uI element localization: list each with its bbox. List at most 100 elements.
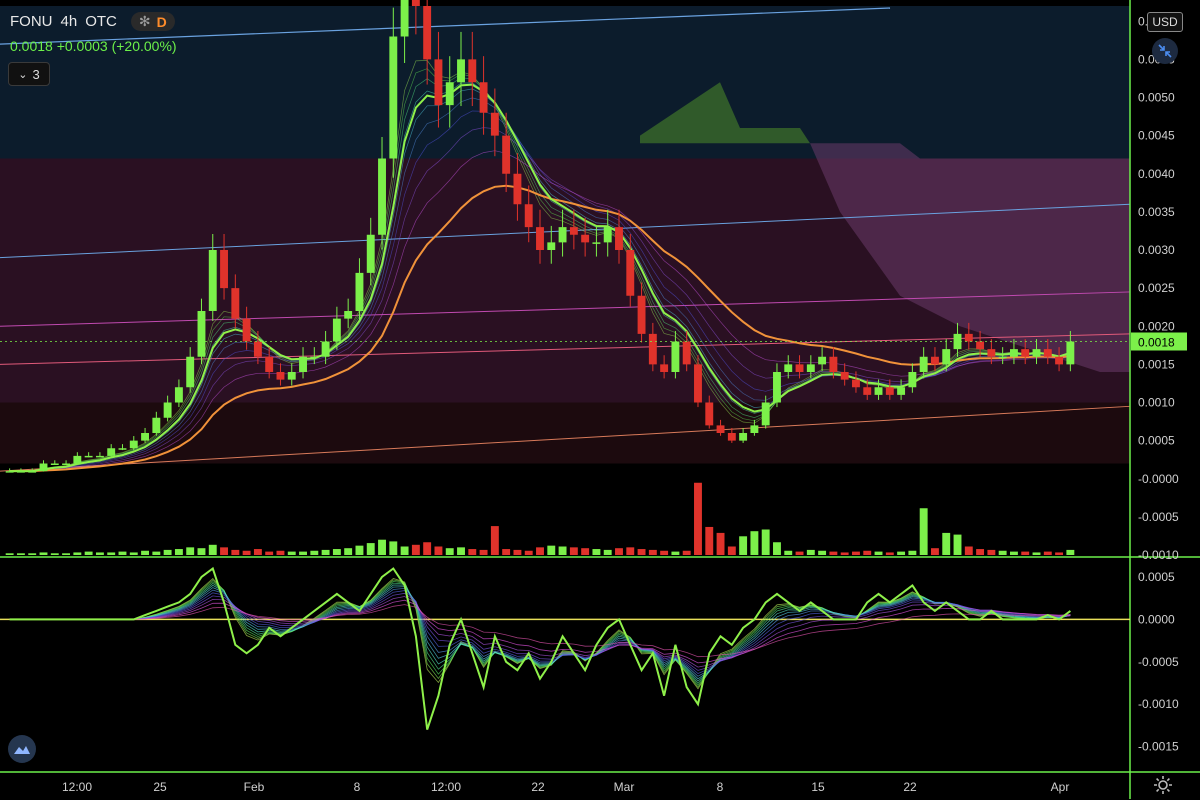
exchange-label: OTC xyxy=(85,13,117,30)
settings-gear-icon[interactable] xyxy=(1153,775,1173,795)
indicators-toggle-button[interactable]: ⌄ 3 xyxy=(8,62,50,86)
volume-bar xyxy=(299,551,307,555)
volume-bar xyxy=(998,550,1007,555)
price-tick-label: 0.0020 xyxy=(1138,319,1175,333)
candle-body xyxy=(761,402,770,426)
candle-body xyxy=(942,349,951,365)
volume-bar xyxy=(28,553,37,555)
candle-body xyxy=(174,387,183,403)
candle-body xyxy=(603,227,612,243)
candle-body xyxy=(885,387,894,395)
volume-bar xyxy=(784,550,793,555)
time-tick-label: 15 xyxy=(811,780,825,794)
candle-body xyxy=(502,135,511,174)
volume-bar xyxy=(332,549,341,555)
volume-bar xyxy=(174,549,183,555)
candle-body xyxy=(28,471,37,473)
volume-bar xyxy=(987,549,996,555)
volume-bar xyxy=(445,548,454,555)
volume-bar xyxy=(141,550,150,555)
candle-body xyxy=(62,463,71,465)
tradingview-logo-icon[interactable] xyxy=(8,735,36,763)
volume-bar xyxy=(761,529,770,555)
candle-body xyxy=(265,356,274,372)
time-tick-label: 25 xyxy=(153,780,167,794)
volume-bar xyxy=(930,548,939,555)
compress-icon[interactable] xyxy=(1152,38,1178,64)
volume-bar xyxy=(84,551,93,555)
candle-body xyxy=(445,82,454,106)
volume-bar xyxy=(186,547,195,555)
candle-body xyxy=(242,318,251,342)
candle-body xyxy=(107,448,116,456)
chevron-down-icon: ⌄ xyxy=(18,68,28,81)
candle-body xyxy=(874,387,883,395)
candle-body xyxy=(908,372,917,388)
volume-bar xyxy=(727,546,736,555)
volume-bar xyxy=(1009,551,1018,555)
volume-bar xyxy=(874,551,883,555)
volume-bar xyxy=(840,552,849,555)
candle-body xyxy=(840,372,849,380)
candle-body xyxy=(513,173,522,205)
price-tick-label: 0.0025 xyxy=(1138,281,1175,295)
volume-bar xyxy=(750,531,759,555)
chart-canvas[interactable]: 0.00600.00550.00500.00450.00400.00350.00… xyxy=(0,0,1200,799)
volume-bar xyxy=(863,550,872,555)
candle-body xyxy=(818,356,827,365)
volume-bar xyxy=(490,526,499,555)
volume-bar xyxy=(942,532,951,555)
candle-body xyxy=(660,364,669,372)
time-tick-label: Apr xyxy=(1051,780,1070,794)
candle-body xyxy=(16,471,25,473)
volume-bar xyxy=(953,534,962,555)
candle-body xyxy=(998,356,1007,359)
volume-bar xyxy=(242,550,251,555)
candle-body xyxy=(1032,349,1041,357)
volume-bar xyxy=(648,549,657,555)
volume-bar xyxy=(581,548,590,555)
volume-bar xyxy=(39,552,48,555)
volume-bar xyxy=(637,549,646,555)
volume-bar xyxy=(197,548,206,555)
volume-bar xyxy=(536,547,544,555)
volume-bar xyxy=(457,547,465,555)
volume-bar xyxy=(1021,551,1030,555)
oscillator-ribbon-line xyxy=(9,587,1071,677)
volume-bar xyxy=(660,550,669,555)
volume-bar xyxy=(16,553,25,555)
volume-bar xyxy=(107,552,116,555)
indicator-count: 3 xyxy=(32,66,40,82)
candle-body xyxy=(95,455,104,458)
oscillator-ribbon-line xyxy=(9,592,1071,671)
asterisk-icon: ✻ xyxy=(138,13,151,29)
volume-bar xyxy=(806,549,815,555)
volume-bar xyxy=(378,539,386,555)
candle-body xyxy=(84,455,93,458)
symbol-label[interactable]: FONU xyxy=(10,13,53,30)
volume-bar xyxy=(615,548,623,555)
volume-bar xyxy=(310,550,319,555)
volume-bar xyxy=(1055,552,1064,555)
timeframe-label[interactable]: 4h xyxy=(61,13,78,30)
price-tick-label: 0.0015 xyxy=(1138,357,1175,371)
time-tick-label: Feb xyxy=(244,780,265,794)
candle-body xyxy=(773,372,781,403)
candle-body xyxy=(682,341,691,365)
currency-button[interactable]: USD xyxy=(1147,12,1183,32)
time-tick-label: 22 xyxy=(903,780,917,794)
candle-body xyxy=(129,440,138,449)
candle-body xyxy=(299,356,307,372)
volume-bar xyxy=(592,549,601,555)
volume-bar xyxy=(253,549,262,555)
candle-body xyxy=(389,36,398,159)
candle-body xyxy=(536,227,544,250)
price-tick-label: -0.0000 xyxy=(1138,472,1179,486)
volume-bar xyxy=(344,548,353,555)
last-price-label: 0.0018 xyxy=(1138,336,1175,350)
candle-body xyxy=(705,402,714,426)
candle-body xyxy=(366,234,375,273)
candle-body xyxy=(411,0,420,6)
volume-bar xyxy=(694,482,702,555)
candle-body xyxy=(806,364,815,372)
